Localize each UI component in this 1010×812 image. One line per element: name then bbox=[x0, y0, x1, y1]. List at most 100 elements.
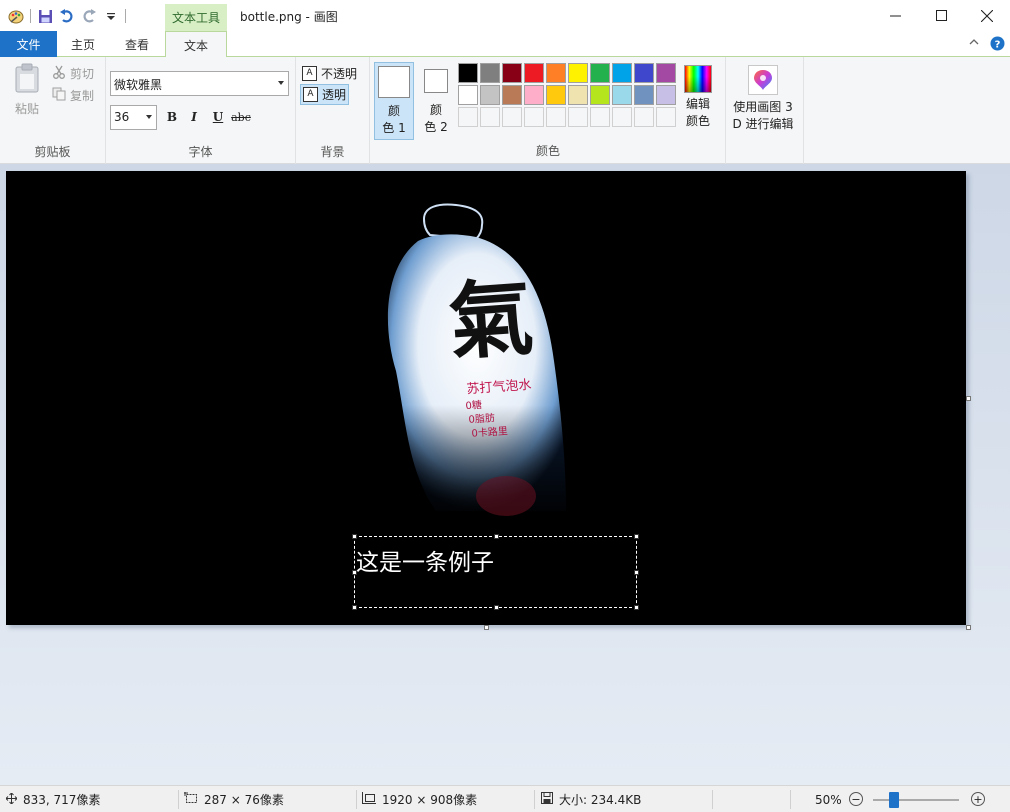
palette-color-swatch[interactable] bbox=[546, 85, 566, 105]
palette-color-swatch[interactable] bbox=[480, 63, 500, 83]
palette-color-swatch[interactable] bbox=[590, 85, 610, 105]
bold-button[interactable]: B bbox=[162, 107, 182, 127]
redo-icon[interactable] bbox=[81, 8, 97, 24]
palette-color-swatch[interactable] bbox=[502, 63, 522, 83]
palette-color-swatch[interactable] bbox=[656, 63, 676, 83]
canvas-resize-handle-corner[interactable] bbox=[966, 625, 971, 630]
file-size: 大小: 234.4KB bbox=[541, 786, 641, 812]
close-button[interactable] bbox=[964, 0, 1010, 31]
palette-custom-slot[interactable] bbox=[634, 107, 654, 127]
resize-handle[interactable] bbox=[494, 605, 499, 610]
color2-swatch bbox=[424, 69, 448, 93]
edit-with-paint3d-button[interactable]: 使用画图 3 D 进行编辑 bbox=[730, 65, 796, 133]
save-icon[interactable] bbox=[37, 8, 53, 24]
paste-button[interactable]: 粘贴 bbox=[8, 63, 46, 117]
resize-handle[interactable] bbox=[494, 534, 499, 539]
resize-handle[interactable] bbox=[634, 534, 639, 539]
font-group: 微软雅黑 36 B I U abc 字体 bbox=[106, 57, 296, 164]
palette-color-swatch[interactable] bbox=[568, 85, 588, 105]
minimize-button[interactable] bbox=[872, 0, 918, 31]
chevron-down-icon bbox=[278, 81, 284, 85]
canvas-resize-handle-bottom[interactable] bbox=[484, 625, 489, 630]
palette-color-swatch[interactable] bbox=[612, 63, 632, 83]
zoom-out-button[interactable]: − bbox=[849, 792, 863, 806]
color2-button[interactable]: 颜 色 2 bbox=[416, 62, 456, 140]
resize-handle[interactable] bbox=[634, 570, 639, 575]
palette-color-swatch[interactable] bbox=[590, 63, 610, 83]
palette-color-swatch[interactable] bbox=[458, 85, 478, 105]
font-family-select[interactable]: 微软雅黑 bbox=[110, 71, 289, 96]
copy-button[interactable]: 复制 bbox=[52, 86, 94, 104]
palette-custom-slot[interactable] bbox=[590, 107, 610, 127]
tab-text[interactable]: 文本 bbox=[165, 31, 227, 58]
italic-button[interactable]: I bbox=[184, 107, 204, 127]
palette-custom-slot[interactable] bbox=[568, 107, 588, 127]
font-size-value: 36 bbox=[114, 110, 130, 124]
edit-colors-line2: 颜色 bbox=[685, 114, 710, 128]
maximize-button[interactable] bbox=[918, 0, 964, 31]
canvas-workspace[interactable]: 氣 苏打气泡水 0糖 0脂肪 0卡路里 这是一条例子 bbox=[0, 164, 1010, 785]
color1-button[interactable]: 颜 色 1 bbox=[374, 62, 414, 140]
opaque-button[interactable]: A 不透明 bbox=[300, 63, 359, 84]
strikethrough-button[interactable]: abc bbox=[231, 107, 251, 127]
palette-custom-slot[interactable] bbox=[502, 107, 522, 127]
palette-custom-slot[interactable] bbox=[612, 107, 632, 127]
zoom-in-button[interactable]: + bbox=[971, 792, 985, 806]
transparent-button[interactable]: A 透明 bbox=[300, 84, 350, 105]
undo-icon[interactable] bbox=[59, 8, 75, 24]
status-divider bbox=[790, 790, 791, 809]
status-bar: 833, 717像素 287 × 76像素 1920 × 908像素 大小: 2… bbox=[0, 785, 1010, 812]
selection-icon bbox=[184, 792, 198, 807]
text-box-content[interactable]: 这是一条例子 bbox=[356, 543, 494, 577]
underline-button[interactable]: U bbox=[208, 107, 228, 127]
canvas-resize-handle-right[interactable] bbox=[966, 396, 971, 401]
palette-color-swatch[interactable] bbox=[612, 85, 632, 105]
image-canvas[interactable]: 氣 苏打气泡水 0糖 0脂肪 0卡路里 这是一条例子 bbox=[6, 171, 966, 625]
resize-handle[interactable] bbox=[634, 605, 639, 610]
copy-label: 复制 bbox=[70, 88, 95, 103]
palette-custom-slot[interactable] bbox=[656, 107, 676, 127]
palette-color-swatch[interactable] bbox=[524, 63, 544, 83]
status-divider bbox=[534, 790, 535, 809]
zoom-slider-thumb[interactable] bbox=[889, 792, 899, 808]
scissors-icon bbox=[52, 65, 66, 82]
collapse-ribbon-icon[interactable] bbox=[968, 36, 980, 48]
bottle-logo: 氣 bbox=[446, 267, 537, 372]
resize-handle[interactable] bbox=[352, 534, 357, 539]
palette-custom-slot[interactable] bbox=[458, 107, 478, 127]
tab-home[interactable]: 主页 bbox=[57, 31, 109, 57]
palette-color-swatch[interactable] bbox=[568, 63, 588, 83]
edit-colors-button[interactable]: 编辑 颜色 bbox=[681, 65, 715, 130]
tab-view[interactable]: 查看 bbox=[109, 31, 165, 57]
resize-handle[interactable] bbox=[352, 570, 357, 575]
palette-color-swatch[interactable] bbox=[524, 85, 544, 105]
palette-color-swatch[interactable] bbox=[502, 85, 522, 105]
resize-handle[interactable] bbox=[352, 605, 357, 610]
palette-color-swatch[interactable] bbox=[656, 85, 676, 105]
selection-size: 287 × 76像素 bbox=[184, 786, 284, 812]
background-group: A 不透明 A 透明 背景 bbox=[296, 57, 370, 164]
copy-icon bbox=[52, 87, 66, 104]
palette-custom-slot[interactable] bbox=[524, 107, 544, 127]
palette-custom-slot[interactable] bbox=[546, 107, 566, 127]
customize-qat-icon[interactable] bbox=[103, 8, 119, 24]
cut-label: 剪切 bbox=[70, 66, 95, 81]
bottle-claim: 0糖 bbox=[465, 398, 482, 412]
qat-separator bbox=[30, 9, 31, 23]
palette-color-swatch[interactable] bbox=[480, 85, 500, 105]
tab-file[interactable]: 文件 bbox=[0, 31, 57, 57]
text-edit-box[interactable]: 这是一条例子 bbox=[352, 534, 639, 610]
help-icon[interactable]: ? bbox=[990, 36, 1005, 51]
palette-color-swatch[interactable] bbox=[634, 85, 654, 105]
transparent-icon: A bbox=[303, 87, 318, 102]
font-size-select[interactable]: 36 bbox=[110, 105, 157, 130]
palette-color-swatch[interactable] bbox=[458, 63, 478, 83]
paint-app-icon[interactable] bbox=[8, 8, 24, 24]
cut-button[interactable]: 剪切 bbox=[52, 64, 94, 82]
image-dimensions-value: 1920 × 908像素 bbox=[382, 793, 478, 807]
clipboard-group: 粘贴 剪切 复制 剪贴板 bbox=[0, 57, 106, 164]
zoom-slider-track[interactable] bbox=[873, 799, 959, 801]
palette-color-swatch[interactable] bbox=[634, 63, 654, 83]
palette-color-swatch[interactable] bbox=[546, 63, 566, 83]
palette-custom-slot[interactable] bbox=[480, 107, 500, 127]
